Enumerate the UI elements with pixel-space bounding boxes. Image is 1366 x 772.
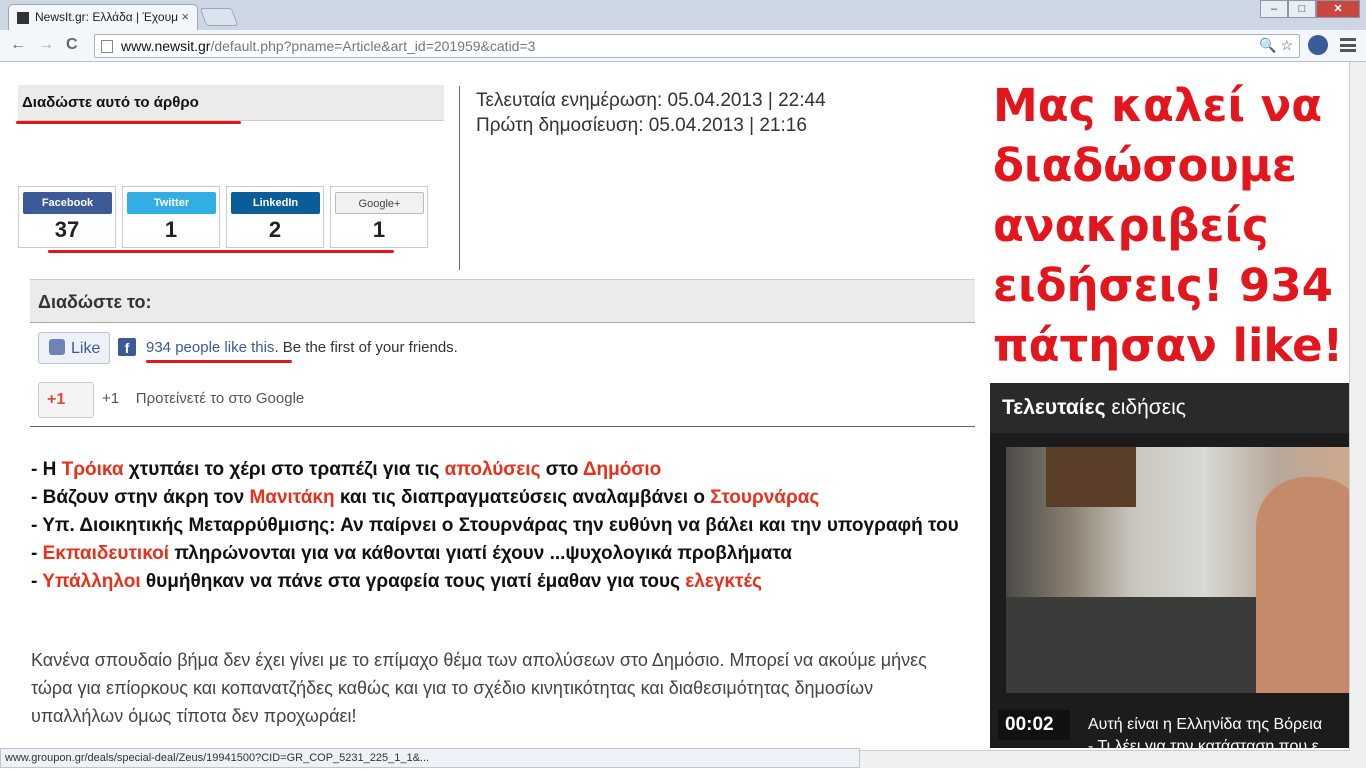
divider bbox=[459, 86, 460, 270]
new-tab-button[interactable] bbox=[199, 8, 239, 26]
url-path: /default.php?pname=Article&art_id=201959… bbox=[210, 38, 536, 54]
latest-news-heading: Τελευταίες ειδήσεις bbox=[990, 383, 1366, 433]
url-host: www.newsit.gr bbox=[121, 38, 211, 54]
minimize-button[interactable]: – bbox=[1260, 0, 1288, 18]
tab-title: NewsIt.gr: Ελλάδα | Έχουμ bbox=[35, 10, 179, 24]
facebook-label: Facebook bbox=[23, 192, 112, 214]
bullet-item: - Εκπαιδευτικοί πληρώνονται για να κάθον… bbox=[31, 540, 981, 568]
tab-close-icon[interactable]: × bbox=[181, 9, 189, 24]
like-label: Like bbox=[71, 340, 101, 357]
photo-bottles bbox=[1046, 447, 1136, 507]
gplus-label: +1 bbox=[47, 391, 66, 408]
linkedin-share-button[interactable]: LinkedIn 2 bbox=[226, 186, 324, 248]
menu-icon[interactable] bbox=[1340, 38, 1356, 52]
highlighted-term: Στουρνάρας bbox=[710, 487, 820, 508]
annotation-underline bbox=[16, 121, 241, 124]
bullet-item: - Υπάλληλοι θυμήθηκαν να πάνε στα γραφεί… bbox=[31, 568, 981, 596]
facebook-share-button[interactable]: Facebook 37 bbox=[18, 186, 116, 248]
article-dates: Τελευταία ενημέρωση: 05.04.2013 | 22:44 … bbox=[476, 88, 826, 138]
bullet-text: χτυπάει το χέρι στο τραπέζι για τις bbox=[123, 459, 445, 480]
horizontal-scrollbar[interactable] bbox=[860, 750, 1350, 768]
zoom-icon[interactable]: 🔍 bbox=[1259, 37, 1276, 53]
likes-suffix: . Be the first of your friends. bbox=[274, 339, 458, 356]
latest-heading-bold: Τελευταίες bbox=[1002, 396, 1106, 419]
bullet-item: - Υπ. Διοικητικής Μεταρρύθμισης: Αν παίρ… bbox=[31, 512, 981, 540]
linkedin-count: 2 bbox=[268, 217, 282, 242]
latest-news-widget: Τελευταίες ειδήσεις 00:02 Αυτή είναι η Ε… bbox=[990, 383, 1366, 755]
page-icon bbox=[101, 40, 113, 53]
tab-bar: NewsIt.gr: Ελλάδα | Έχουμ × – □ ✕ bbox=[0, 0, 1366, 30]
bullet-text: - Υπ. Διοικητικής Μεταρρύθμισης: Αν παίρ… bbox=[31, 515, 959, 536]
bullet-text: θυμήθηκαν να πάνε στα γραφεία τους γιατί… bbox=[140, 571, 686, 592]
googleplus-label: Google+ bbox=[335, 192, 424, 214]
bookmark-star-icon[interactable]: ☆ bbox=[1280, 37, 1293, 53]
latest-heading-rest: ειδήσεις bbox=[1105, 396, 1186, 419]
googleplus-share-button[interactable]: Google+ 1 bbox=[330, 186, 428, 248]
published-date: Πρώτη δημοσίευση: 05.04.2013 | 21:16 bbox=[476, 115, 807, 136]
omnibox-tools: 🔍 ☆ bbox=[1259, 37, 1293, 54]
linkedin-label: LinkedIn bbox=[231, 192, 320, 214]
googleplus-count: 1 bbox=[372, 217, 386, 242]
highlighted-term: απολύσεις bbox=[444, 459, 541, 480]
share-heading: Διαδώστε αυτό το άρθρο bbox=[18, 85, 444, 121]
updated-date: Τελευταία ενημέρωση: 05.04.2013 | 22:44 bbox=[476, 90, 826, 111]
highlighted-term: Τρόικα bbox=[61, 459, 124, 480]
close-window-button[interactable]: ✕ bbox=[1316, 0, 1360, 18]
highlighted-term: Μανιτάκη bbox=[249, 487, 335, 508]
separator bbox=[30, 426, 975, 427]
bullet-item: - Η Τρόικα χτυπάει το χέρι στο τραπέζι γ… bbox=[31, 456, 981, 484]
facebook-icon: f bbox=[118, 338, 136, 356]
highlighted-term: Εκπαιδευτικοί bbox=[42, 543, 170, 564]
bullet-item: - Βάζουν στην άκρη τον Μανιτάκη και τις … bbox=[31, 484, 981, 512]
gplus-recommend: Προτείνετέ το στο Google bbox=[135, 390, 305, 407]
article-paragraph: Κανένα σπουδαίο βήμα δεν έχει γίνει με τ… bbox=[31, 650, 927, 726]
browser-toolbar: ← → C www.newsit.gr/default.php?pname=Ar… bbox=[0, 30, 1366, 62]
gplus-button[interactable]: +1 bbox=[38, 382, 94, 418]
bullet-text: στο bbox=[540, 459, 583, 480]
article-bullets: - Η Τρόικα χτυπάει το χέρι στο τραπέζι γ… bbox=[31, 456, 981, 596]
bullet-text: και τις διαπραγματεύσεις αναλαμβάνει ο bbox=[334, 487, 711, 508]
annotation-underline bbox=[48, 250, 394, 253]
video-duration: 00:02 bbox=[998, 710, 1070, 740]
annotation-text: Μας καλεί να διαδώσουμε ανακριβείς ειδήσ… bbox=[993, 79, 1344, 372]
page-content: Διαδώστε αυτό το άρθρο Τελευταία ενημέρω… bbox=[0, 62, 1366, 755]
spread-heading: Διαδώστε το: bbox=[30, 279, 975, 323]
status-bar: www.groupon.gr/deals/special-deal/Zeus/1… bbox=[0, 748, 860, 768]
browser-chrome: NewsIt.gr: Ελλάδα | Έχουμ × – □ ✕ ← → C … bbox=[0, 0, 1366, 62]
likes-count-link[interactable]: 934 people like this bbox=[146, 339, 274, 356]
window-controls: – □ ✕ bbox=[1260, 0, 1360, 18]
bullet-text: - bbox=[31, 543, 43, 564]
back-button[interactable]: ← bbox=[10, 36, 26, 54]
reload-button[interactable]: C bbox=[66, 36, 78, 54]
news-photo[interactable] bbox=[1006, 447, 1366, 693]
annotation-underline bbox=[146, 360, 292, 363]
likes-text: 934 people like this. Be the first of yo… bbox=[146, 339, 458, 356]
twitter-count: 1 bbox=[164, 217, 178, 242]
gplus-note: +1 Προτείνετέ το στο Google bbox=[102, 390, 304, 407]
site-favicon-icon bbox=[17, 12, 29, 24]
address-bar[interactable]: www.newsit.gr/default.php?pname=Article&… bbox=[94, 34, 1300, 58]
facebook-like-button[interactable]: Like bbox=[38, 332, 110, 364]
twitter-label: Twitter bbox=[127, 192, 216, 214]
gplus-count: +1 bbox=[102, 390, 120, 407]
extension-icon[interactable] bbox=[1308, 35, 1328, 55]
highlighted-term: ελεγκτές bbox=[685, 571, 762, 592]
highlighted-term: Δημόσιο bbox=[582, 459, 662, 480]
news-item-title[interactable]: Αυτή είναι η Ελληνίδα της Βόρεια bbox=[1088, 716, 1322, 734]
bullet-text: - Η bbox=[31, 459, 62, 480]
thumbs-up-icon bbox=[49, 339, 65, 355]
highlighted-term: Υπάλληλοι bbox=[42, 571, 141, 592]
browser-tab[interactable]: NewsIt.gr: Ελλάδα | Έχουμ × bbox=[8, 4, 198, 30]
facebook-count: 37 bbox=[54, 217, 80, 242]
vertical-scrollbar[interactable] bbox=[1349, 62, 1366, 768]
twitter-share-button[interactable]: Twitter 1 bbox=[122, 186, 220, 248]
bullet-text: - Βάζουν στην άκρη τον bbox=[31, 487, 250, 508]
maximize-button[interactable]: □ bbox=[1288, 0, 1316, 18]
forward-button[interactable]: → bbox=[38, 36, 54, 54]
bullet-text: πληρώνονται για να κάθονται γιατί έχουν … bbox=[169, 543, 792, 564]
bullet-text: - bbox=[31, 571, 43, 592]
